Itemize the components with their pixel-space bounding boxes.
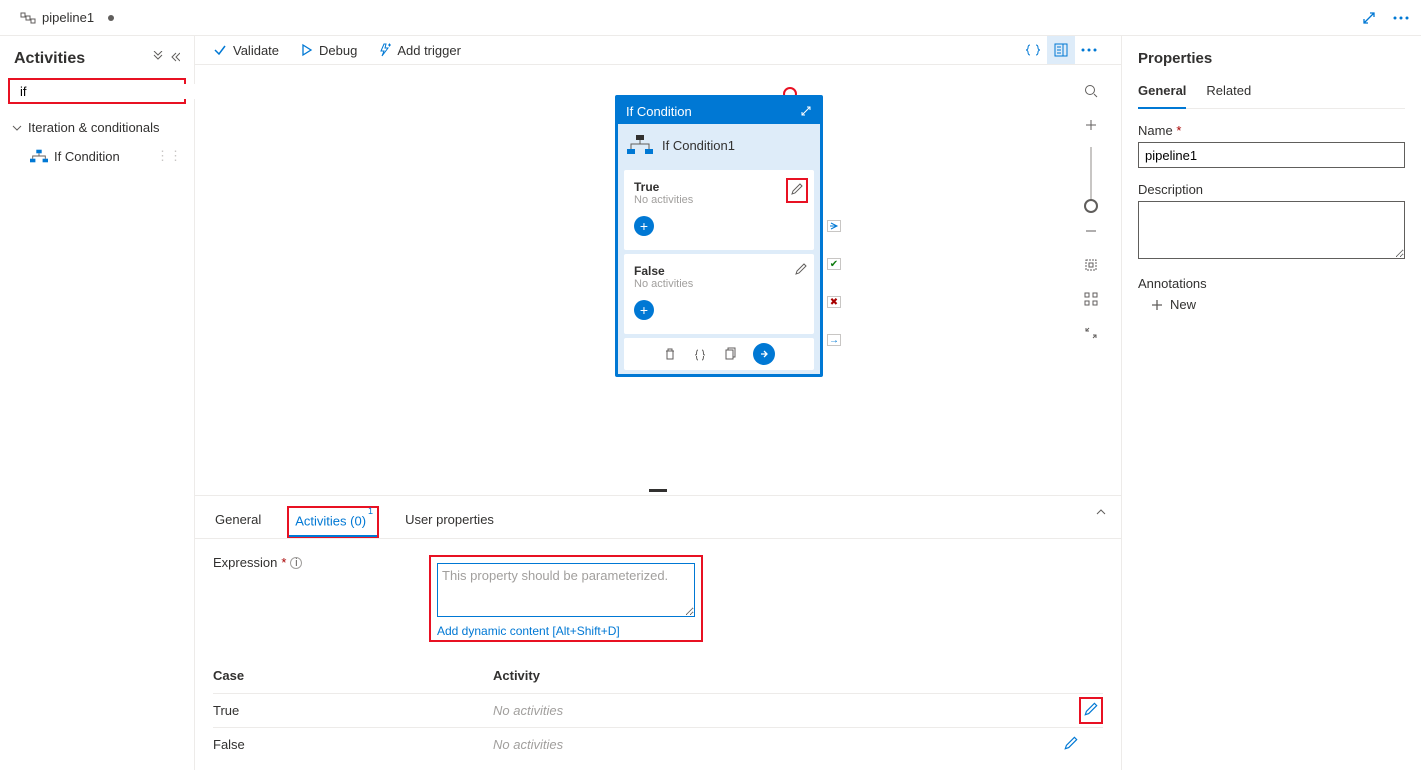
expression-input[interactable] (437, 563, 695, 617)
json-view-icon[interactable] (1019, 36, 1047, 64)
debug-button[interactable]: Debug (299, 43, 357, 58)
if-condition-icon (626, 134, 654, 156)
case-row-false: False No activities (213, 727, 1103, 761)
add-dynamic-content-link[interactable]: Add dynamic content [Alt+Shift+D] (437, 624, 620, 638)
node-json-icon[interactable] (693, 347, 707, 361)
tab-general[interactable]: General (213, 506, 263, 538)
copy-node-icon[interactable] (723, 347, 737, 361)
properties-tab-general[interactable]: General (1138, 81, 1186, 108)
if-condition-node[interactable]: If Condition If Condition1 True No activ… (615, 95, 823, 377)
properties-pane: Properties General Related Name * Descri… (1121, 36, 1421, 770)
description-input[interactable] (1138, 201, 1405, 259)
name-input[interactable] (1138, 142, 1405, 168)
connector-info[interactable] (827, 220, 841, 232)
zoom-out-icon[interactable] (1077, 217, 1105, 245)
false-branch: False No activities + (624, 254, 814, 334)
edit-true-case-button[interactable] (1079, 697, 1103, 724)
collapse-panel-icon[interactable] (1095, 506, 1107, 521)
case-column-header: Case (213, 668, 493, 683)
connector-skip[interactable]: → (827, 334, 841, 346)
annotations-label: Annotations (1138, 276, 1405, 291)
true-branch: True No activities + (624, 170, 814, 250)
fullscreen-collapse-icon[interactable] (1077, 319, 1105, 347)
properties-title: Properties (1138, 50, 1405, 67)
info-icon[interactable]: i (290, 557, 302, 569)
layout-icon[interactable] (1077, 285, 1105, 313)
properties-tab-related[interactable]: Related (1206, 81, 1251, 108)
expand-icon[interactable] (1357, 6, 1381, 30)
add-false-activity-button[interactable]: + (634, 300, 654, 320)
validate-button[interactable]: Validate (213, 43, 279, 58)
pipeline-tab[interactable]: pipeline1 (8, 0, 126, 35)
add-true-activity-button[interactable]: + (634, 216, 654, 236)
pipeline-canvas[interactable]: If Condition If Condition1 True No activ… (195, 65, 1121, 495)
node-title-text: If Condition1 (662, 138, 735, 153)
node-header: If Condition (618, 98, 820, 124)
case-row-true: True No activities (213, 693, 1103, 727)
chevron-down-icon (12, 123, 22, 133)
name-label: Name * (1138, 123, 1405, 138)
tab-user-properties[interactable]: User properties (403, 506, 496, 538)
activity-search[interactable] (8, 78, 186, 104)
tab-title: pipeline1 (42, 10, 94, 25)
zoom-slider[interactable] (1090, 147, 1092, 209)
pipeline-icon (20, 10, 36, 26)
zoom-thumb[interactable] (1084, 199, 1098, 213)
description-label: Description (1138, 182, 1405, 197)
delete-node-icon[interactable] (663, 347, 677, 361)
edit-false-case-button[interactable] (1063, 735, 1103, 754)
tree-group-label: Iteration & conditionals (28, 120, 160, 135)
activity-search-input[interactable] (20, 84, 196, 99)
edit-false-branch-button[interactable] (794, 262, 808, 279)
tab-bar: pipeline1 (0, 0, 1421, 36)
node-connectors: ✔ ✖ → (827, 220, 841, 346)
expression-label: Expression * i (213, 555, 413, 570)
node-expand-icon[interactable] (800, 105, 812, 117)
more-icon[interactable] (1389, 6, 1413, 30)
bottom-panel: General Activities (0)1 User properties … (195, 495, 1121, 777)
activity-column-header: Activity (493, 668, 540, 683)
collapse-sidebar-icon[interactable] (168, 50, 180, 68)
panel-resize-handle[interactable] (649, 489, 667, 492)
sidebar-title: Activities (14, 50, 85, 68)
if-condition-icon (30, 147, 48, 165)
canvas-search-icon[interactable] (1077, 77, 1105, 105)
pipeline-toolbar: Validate Debug Add trigger (195, 36, 1121, 65)
add-trigger-button[interactable]: Add trigger (377, 43, 461, 58)
tab-activities[interactable]: Activities (0)1 (287, 506, 379, 538)
drag-grip-icon: ⋮⋮ (156, 148, 182, 164)
properties-toggle-icon[interactable] (1047, 36, 1075, 64)
activities-sidebar: Activities Iteration & conditionals If C… (0, 36, 195, 770)
connector-fail[interactable]: ✖ (827, 296, 841, 308)
dirty-indicator-icon (108, 15, 114, 21)
fit-screen-icon[interactable] (1077, 251, 1105, 279)
tree-item-if-condition[interactable]: If Condition ⋮⋮ (8, 141, 186, 171)
edit-true-branch-button[interactable] (786, 178, 808, 203)
canvas-tools (1075, 77, 1107, 347)
tree-item-label: If Condition (54, 149, 120, 164)
node-run-icon[interactable] (753, 343, 775, 365)
zoom-in-icon[interactable] (1077, 111, 1105, 139)
connector-success[interactable]: ✔ (827, 258, 841, 270)
add-annotation-button[interactable]: New (1150, 297, 1405, 312)
toolbar-more-icon[interactable] (1075, 36, 1103, 64)
collapse-all-icon[interactable] (152, 50, 164, 68)
tree-group-iteration[interactable]: Iteration & conditionals (8, 114, 186, 141)
